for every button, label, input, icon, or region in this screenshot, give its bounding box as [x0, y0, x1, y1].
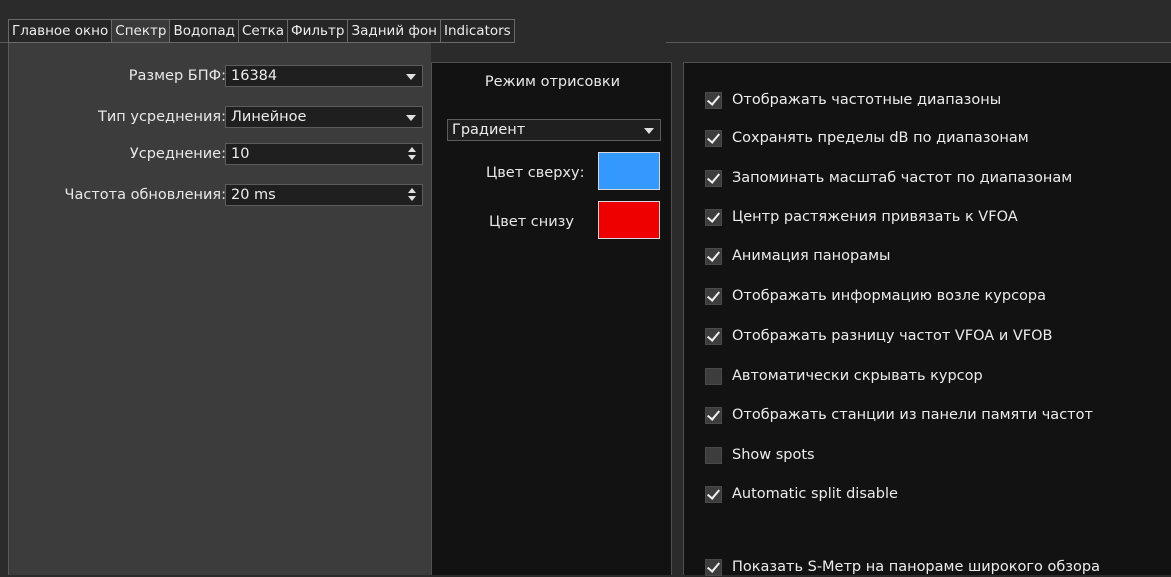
option-label: Отображать информацию возле курсора [732, 288, 1047, 304]
fft-size-label: Размер БПФ: [128, 68, 226, 84]
fft-size-row: Размер БПФ: 16384 [9, 65, 431, 89]
option-label: Отображать станции из панели памяти част… [732, 407, 1093, 423]
chevron-down-icon [406, 74, 416, 80]
bottom-color-label: Цвет снизу [489, 214, 574, 230]
checkbox[interactable] [705, 485, 722, 503]
draw-mode-panel: Режим отрисовки Градиент Цвет сверху: Цв… [431, 62, 672, 575]
checkbox[interactable] [705, 327, 722, 345]
spin-arrows-icon[interactable] [408, 188, 418, 202]
fft-size-value: 16384 [231, 68, 278, 84]
option-stretch-center-vfoa[interactable]: Центр растяжения привязать к VFOA [705, 207, 1018, 227]
averaging-spinbox[interactable]: 10 [225, 143, 423, 165]
option-auto-split-disable[interactable]: Automatic split disable [705, 484, 898, 504]
tab-bar: Главное окно Спектр Водопад Сетка Фильтр… [0, 0, 1171, 43]
tab-grid[interactable]: Сетка [239, 19, 289, 43]
averaging-type-value: Линейное [231, 109, 307, 125]
top-color-swatch[interactable] [598, 152, 660, 190]
option-save-db-limits[interactable]: Сохранять пределы dB по диапазонам [705, 128, 1029, 148]
averaging-type-select[interactable]: Линейное [225, 106, 423, 128]
option-label: Центр растяжения привязать к VFOA [732, 209, 1018, 225]
draw-mode-value: Градиент [452, 122, 526, 138]
option-remember-scale[interactable]: Запоминать масштаб частот по диапазонам [705, 168, 1072, 188]
update-rate-value: 20 ms [231, 187, 276, 203]
checkbox[interactable] [705, 446, 722, 464]
option-label: Automatic split disable [732, 486, 898, 502]
option-show-bands[interactable]: Отображать частотные диапазоны [705, 90, 1001, 110]
checkbox[interactable] [705, 129, 722, 147]
option-panorama-animation[interactable]: Анимация панорамы [705, 246, 890, 266]
update-rate-label: Частота обновления: [64, 187, 226, 203]
tab-spectrum[interactable]: Спектр [112, 19, 171, 43]
display-options-panel: Отображать частотные диапазоны Сохранять… [683, 62, 1171, 577]
option-show-spots[interactable]: Show spots [705, 445, 815, 465]
checkbox[interactable] [705, 169, 722, 187]
averaging-value: 10 [231, 146, 250, 162]
checkbox[interactable] [705, 406, 722, 424]
spectrum-settings-panel: Размер БПФ: 16384 Тип усреднения: Линейн… [8, 43, 431, 575]
checkbox[interactable] [705, 367, 722, 385]
option-label: Сохранять пределы dB по диапазонам [732, 130, 1029, 146]
averaging-type-row: Тип усреднения: Линейное [9, 106, 431, 130]
option-cursor-info[interactable]: Отображать информацию возле курсора [705, 286, 1046, 306]
checkbox[interactable] [705, 208, 722, 226]
option-label: Автоматически скрывать курсор [732, 368, 983, 384]
averaging-type-label: Тип усреднения: [98, 109, 226, 125]
draw-mode-select[interactable]: Градиент [447, 119, 661, 141]
update-rate-row: Частота обновления: 20 ms [9, 184, 431, 208]
checkbox[interactable] [705, 287, 722, 305]
tabs: Главное окно Спектр Водопад Сетка Фильтр… [8, 19, 515, 43]
option-auto-hide-cursor[interactable]: Автоматически скрывать курсор [705, 366, 983, 386]
averaging-row: Усреднение: 10 [9, 143, 431, 167]
option-label: Отображать разницу частот VFOA и VFOB [732, 328, 1053, 344]
tab-filter[interactable]: Фильтр [288, 19, 349, 43]
top-color-label: Цвет сверху: [486, 165, 585, 181]
chevron-down-icon [406, 115, 416, 121]
tab-waterfall[interactable]: Водопад [170, 19, 239, 43]
spin-arrows-icon[interactable] [408, 147, 418, 161]
update-rate-spinbox[interactable]: 20 ms [225, 184, 423, 206]
option-label: Анимация панорамы [732, 248, 891, 264]
checkbox[interactable] [705, 91, 722, 109]
draw-mode-title: Режим отрисовки [484, 74, 621, 90]
tab-main-window[interactable]: Главное окно [8, 19, 113, 43]
option-s-meter-panorama[interactable]: Показать S-Метр на панораме широкого обз… [705, 557, 1100, 577]
checkbox[interactable] [705, 247, 722, 265]
option-memory-stations[interactable]: Отображать станции из панели памяти част… [705, 405, 1093, 425]
option-label: Запоминать масштаб частот по диапазонам [732, 170, 1073, 186]
tab-divider-left [0, 42, 8, 43]
bottom-color-swatch[interactable] [598, 201, 660, 239]
tab-divider [666, 42, 1171, 43]
option-label: Показать S-Метр на панораме широкого обз… [732, 559, 1100, 575]
tab-indicators[interactable]: Indicators [441, 19, 515, 43]
fft-size-select[interactable]: 16384 [225, 65, 423, 87]
option-vfo-difference[interactable]: Отображать разницу частот VFOA и VFOB [705, 326, 1052, 346]
tab-background[interactable]: Задний фон [348, 19, 442, 43]
averaging-label: Усреднение: [129, 146, 226, 162]
option-label: Отображать частотные диапазоны [732, 92, 1002, 108]
checkbox[interactable] [705, 558, 722, 576]
chevron-down-icon [644, 128, 654, 134]
option-label: Show spots [732, 447, 815, 463]
